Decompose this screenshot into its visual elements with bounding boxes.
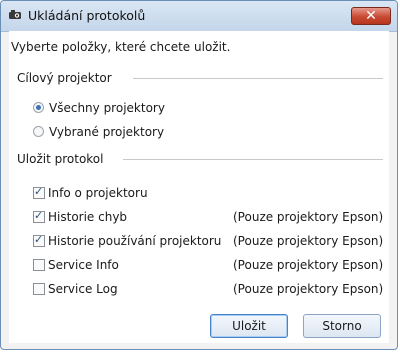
target-projector-heading: Cílový projektor: [17, 71, 112, 85]
epson-only-note: (Pouze projektory Epson): [233, 258, 384, 272]
checkbox[interactable]: [33, 185, 45, 199]
checkbox-label: Service Info: [48, 258, 119, 272]
checkbox[interactable]: [33, 233, 45, 247]
epson-only-note: (Pouze projektory Epson): [233, 234, 384, 248]
radio-button-all[interactable]: [33, 102, 44, 113]
cancel-button[interactable]: Storno: [303, 314, 381, 338]
title-bar[interactable]: Ukládání protokolů ✕: [1, 1, 397, 32]
checkbox[interactable]: [33, 209, 45, 223]
checkbox-label: Info o projektoru: [48, 186, 148, 200]
save-log-heading: Uložit protokol: [17, 152, 104, 166]
checkbox-label: Service Log: [48, 282, 118, 296]
checkbox[interactable]: [33, 283, 45, 295]
checkbox[interactable]: [33, 259, 45, 271]
radio-label-selected: Vybrané projektory: [49, 125, 165, 139]
window-title: Ukládání protokolů: [28, 8, 146, 23]
group-divider: [123, 159, 383, 160]
checkbox-label: Historie používání projektoru: [48, 234, 222, 248]
epson-only-note: (Pouze projektory Epson): [233, 282, 384, 296]
close-icon: ✕: [365, 8, 377, 24]
dialog-window: Ukládání protokolů ✕ Vyberte položky, kt…: [0, 0, 398, 350]
radio-label-all: Všechny projektory: [49, 101, 165, 115]
radio-button-selected[interactable]: [33, 126, 44, 137]
group-divider: [133, 78, 383, 79]
projector-icon: [8, 9, 22, 21]
instruction-text: Vyberte položky, které chcete uložit.: [11, 40, 231, 54]
checkbox-label: Historie chyb: [48, 210, 128, 224]
dialog-content: Vyberte položky, které chcete uložit. Cí…: [9, 31, 389, 343]
epson-only-note: (Pouze projektory Epson): [233, 210, 384, 224]
close-button[interactable]: ✕: [351, 7, 391, 25]
save-button[interactable]: Uložit: [210, 314, 288, 338]
